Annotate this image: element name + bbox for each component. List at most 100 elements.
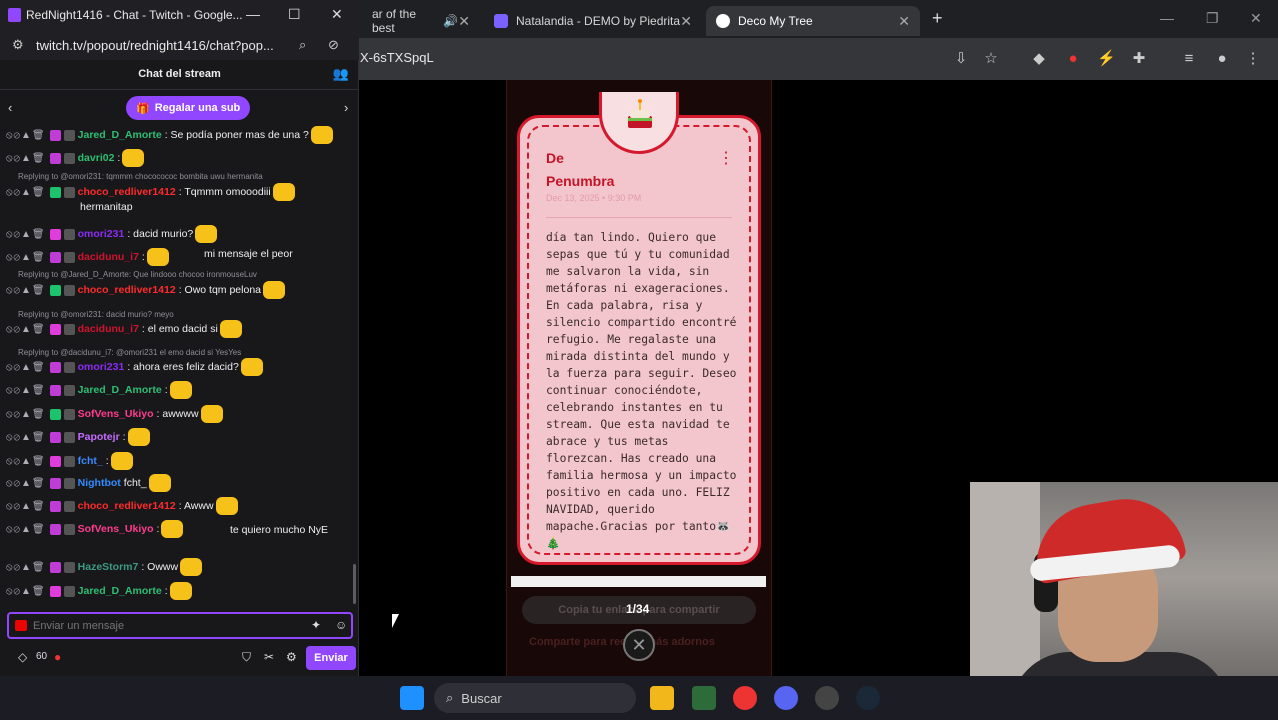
tab-deco-my-tree[interactable]: Deco My Tree ✕ <box>706 6 920 36</box>
close-letter-icon[interactable]: ✕ <box>623 629 655 661</box>
restore-icon[interactable]: ❐ <box>1206 10 1219 27</box>
chat-message[interactable]: ⦸⊘▲🗑 choco_redliver1412: Awww <box>6 497 240 515</box>
chat-message[interactable]: ⦸⊘▲🗑 dacidunu_i7: el emo dacid si <box>6 320 244 338</box>
username[interactable]: Jared_D_Amorte <box>78 129 162 141</box>
mod-actions-icon[interactable]: ⦸⊘▲🗑 <box>6 586 46 597</box>
gift-sub-button[interactable]: 🎁 Regalar una sub <box>126 96 251 120</box>
minimize-icon[interactable]: — <box>246 6 260 22</box>
search-icon[interactable]: ⌕ <box>299 37 306 53</box>
reply-context[interactable]: Replying to @omori231: dacid murio? meyo <box>18 310 174 319</box>
reply-context[interactable]: Replying to @Jared_D_Amorte: Que lindooo… <box>18 270 257 279</box>
close-icon[interactable]: ✕ <box>680 13 692 30</box>
bits-icon[interactable]: ✦ <box>311 618 321 632</box>
folder-icon[interactable] <box>650 686 674 710</box>
new-tab-button[interactable]: + <box>932 8 943 29</box>
reply-context[interactable]: Replying to @omori231: tqmmm chococococ … <box>18 172 263 181</box>
windows-start-icon[interactable] <box>400 686 424 710</box>
username[interactable]: choco_redliver1412 <box>78 186 176 198</box>
adblock-icon[interactable]: ● <box>1064 50 1082 68</box>
tab-natalandia[interactable]: Natalandia - DEMO by Piedrita ✕ <box>484 6 702 36</box>
mod-actions-icon[interactable]: ⦸⊘▲🗑 <box>6 501 46 512</box>
close-icon[interactable]: ✕ <box>331 6 343 23</box>
chat-message[interactable]: ⦸⊘▲🗑 SofVens_Ukiyo: awwww <box>6 405 225 423</box>
username[interactable]: Jared_D_Amorte <box>78 384 162 396</box>
mod-actions-icon[interactable]: ⦸⊘▲🗑 <box>6 478 46 489</box>
chat-message[interactable]: ⦸⊘▲🗑 fcht_: <box>6 452 135 470</box>
chat-message[interactable]: ⦸⊘▲🗑 choco_redliver1412: Tqmmm omooodiii <box>6 183 297 201</box>
mod-actions-icon[interactable]: ⦸⊘▲🗑 <box>6 324 46 335</box>
shield-icon[interactable]: ⛉ <box>242 650 251 665</box>
chat-message[interactable]: ⦸⊘▲🗑 Nightbot fcht_ <box>6 474 173 492</box>
username[interactable]: dacidunu_i7 <box>78 251 139 263</box>
tab-music[interactable]: ar of the best 🔊 ✕ <box>362 6 480 36</box>
chat-message[interactable]: ⦸⊘▲🗑 SofVens_Ukiyo: <box>6 520 185 538</box>
eye-off-icon[interactable]: ⊘ <box>328 37 339 53</box>
mod-actions-icon[interactable]: ⦸⊘▲🗑 <box>6 409 46 420</box>
chevron-left-icon[interactable]: ‹ <box>8 100 12 115</box>
send-button[interactable]: Enviar <box>306 646 356 670</box>
obs-icon[interactable] <box>815 686 839 710</box>
mod-actions-icon[interactable]: ⦸⊘▲🗑 <box>6 285 46 296</box>
username[interactable]: fcht_ <box>78 455 103 467</box>
maximize-icon[interactable]: ☐ <box>288 6 301 23</box>
minimize-icon[interactable]: — <box>1160 10 1174 26</box>
close-window-icon[interactable]: ✕ <box>1250 10 1262 27</box>
emote-picker-icon[interactable]: ☺ <box>335 618 347 632</box>
mod-actions-icon[interactable]: ⦸⊘▲🗑 <box>6 130 46 141</box>
username[interactable]: SofVens_Ukiyo <box>78 523 154 535</box>
username[interactable]: HazeStorm7 <box>78 561 139 573</box>
share-more-button[interactable]: Comparte para recibir más adornos <box>529 636 715 648</box>
chat-message[interactable]: ⦸⊘▲🗑 Papotejr: <box>6 428 152 446</box>
tools-icon[interactable]: ✂ <box>264 650 274 664</box>
username[interactable]: choco_redliver1412 <box>78 284 176 296</box>
username[interactable]: Nightbot <box>78 477 121 489</box>
chat-message[interactable]: ⦸⊘▲🗑 omori231: ahora eres feliz dacid? <box>6 358 265 376</box>
mod-actions-icon[interactable]: ⦸⊘▲🗑 <box>6 187 46 198</box>
taskbar-search[interactable]: ⌕ Buscar <box>434 683 636 713</box>
bookmark-star-icon[interactable]: ☆ <box>982 50 1000 68</box>
hype-icon[interactable]: ● <box>54 650 61 664</box>
username[interactable]: dacidunu_i7 <box>78 323 139 335</box>
chat-input[interactable] <box>33 617 293 635</box>
chrome-icon[interactable] <box>733 686 757 710</box>
mod-actions-icon[interactable]: ⦸⊘▲🗑 <box>6 432 46 443</box>
users-icon[interactable]: 👥 <box>333 60 349 88</box>
steam-icon[interactable] <box>856 686 880 710</box>
chat-message[interactable]: ⦸⊘▲🗑 omori231: dacid murio? <box>6 225 219 243</box>
menu-icon[interactable]: ⋮ <box>1244 50 1262 68</box>
extension-icon[interactable]: ◆ <box>1030 50 1048 68</box>
puzzle-icon[interactable]: ✚ <box>1130 50 1148 68</box>
mod-actions-icon[interactable]: ⦸⊘▲🗑 <box>6 153 46 164</box>
reply-context[interactable]: Replying to @dacidunu_i7: @omori231 el e… <box>18 348 241 357</box>
chat-message[interactable]: ⦸⊘▲🗑 Jared_D_Amorte: <box>6 381 194 399</box>
username[interactable]: choco_redliver1412 <box>78 500 176 512</box>
username[interactable]: Jared_D_Amorte <box>78 585 162 597</box>
mod-actions-icon[interactable]: ⦸⊘▲🗑 <box>6 252 46 263</box>
mod-actions-icon[interactable]: ⦸⊘▲🗑 <box>6 362 46 373</box>
chat-message[interactable]: ⦸⊘▲🗑 Jared_D_Amorte: Se podía poner mas d… <box>6 126 335 144</box>
settings-icon[interactable]: ⚙ <box>286 650 297 664</box>
popout-url[interactable]: twitch.tv/popout/rednight1416/chat?pop..… <box>36 38 274 53</box>
mod-actions-icon[interactable]: ⦸⊘▲🗑 <box>6 229 46 240</box>
app-icon[interactable] <box>692 686 716 710</box>
media-icon[interactable]: ≡ <box>1180 50 1198 68</box>
close-icon[interactable]: ✕ <box>458 13 470 30</box>
chat-message[interactable]: ⦸⊘▲🗑 choco_redliver1412: Owo tqm pelona <box>6 281 287 299</box>
profile-icon[interactable]: ● <box>1213 50 1231 68</box>
username[interactable]: SofVens_Ukiyo <box>78 408 154 420</box>
mod-actions-icon[interactable]: ⦸⊘▲🗑 <box>6 385 46 396</box>
chat-message[interactable]: ⦸⊘▲🗑 HazeStorm7: Owww <box>6 558 204 576</box>
translate-icon[interactable]: ⚡ <box>1097 50 1116 68</box>
mod-actions-icon[interactable]: ⦸⊘▲🗑 <box>6 524 46 535</box>
install-icon[interactable]: ⇩ <box>952 50 970 68</box>
chat-input-box[interactable]: ✦ ☺ <box>7 612 353 639</box>
address-bar[interactable]: X-6sTXSpqL <box>360 50 434 65</box>
mod-actions-icon[interactable]: ⦸⊘▲🗑 <box>6 562 46 573</box>
discord-icon[interactable] <box>774 686 798 710</box>
username[interactable]: Papotejr <box>78 431 120 443</box>
username[interactable]: davri02 <box>78 152 115 164</box>
chat-message[interactable]: ⦸⊘▲🗑 Jared_D_Amorte: <box>6 582 194 600</box>
more-options-icon[interactable]: ⋮ <box>718 148 734 168</box>
chat-message[interactable]: ⦸⊘▲🗑 dacidunu_i7: <box>6 248 171 266</box>
mod-actions-icon[interactable]: ⦸⊘▲🗑 <box>6 456 46 467</box>
